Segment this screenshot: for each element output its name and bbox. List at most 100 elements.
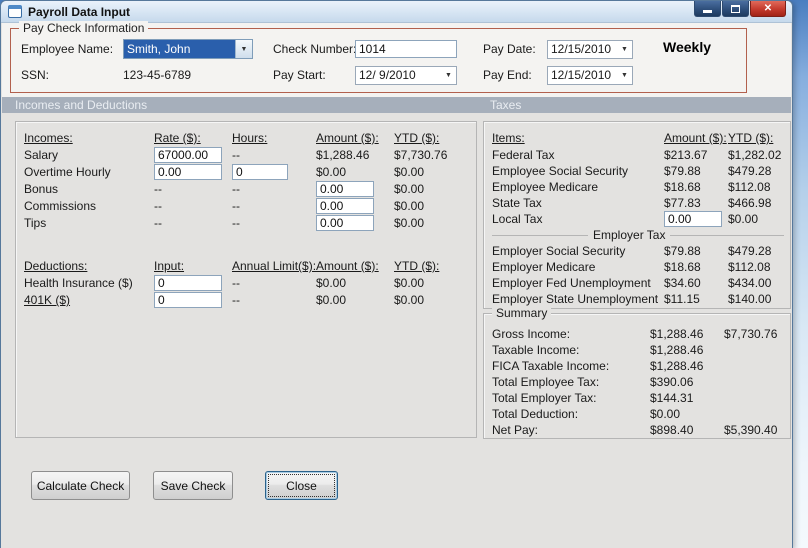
pay-end-picker[interactable]: 12/15/2010 ▼ (547, 66, 633, 85)
employer-tax-label: Employer Tax (593, 228, 666, 242)
pay-end-dropdown-button[interactable]: ▼ (617, 67, 632, 84)
employer-tax-separator: Employer Tax (492, 227, 784, 243)
ytd-header: YTD ($): (728, 131, 774, 145)
summary-ytd (724, 358, 784, 374)
deduction-label: Health Insurance ($) (24, 276, 133, 290)
tax-ytd: $479.28 (728, 164, 772, 178)
summary-ytd: $7,730.76 (724, 327, 778, 341)
limit-value: -- (232, 276, 240, 290)
pay-start-dropdown-button[interactable]: ▼ (441, 67, 456, 84)
pay-date-value: 12/15/2010 (551, 42, 612, 56)
amount-value: $0.00 (316, 293, 347, 307)
tax-ytd: $1,282.02 (728, 148, 782, 162)
pay-check-information-label: Pay Check Information (19, 21, 149, 35)
save-check-button[interactable]: Save Check (153, 471, 233, 500)
calculate-check-button[interactable]: Calculate Check (31, 471, 130, 500)
pay-date-picker[interactable]: 12/15/2010 ▼ (547, 40, 633, 59)
section-band: Incomes and Deductions Taxes (2, 97, 791, 113)
ytd-value: $0.00 (394, 293, 425, 307)
limit-value: -- (232, 293, 240, 307)
summary-ytd (724, 374, 784, 390)
hours-value: -- (232, 199, 240, 213)
summary-ytd: $5,390.40 (724, 423, 778, 437)
taxes-group: Items: Amount ($): YTD ($): Federal Tax … (483, 121, 791, 309)
tax-label: Employer Medicare (492, 260, 596, 274)
overtime-hours-input[interactable] (232, 164, 288, 180)
incomes-deductions-group: Incomes: Rate ($): Hours: Amount ($): YT… (15, 121, 477, 438)
bonus-amount-input[interactable] (316, 181, 374, 197)
desktop: Payroll Data Input ✕ Pay Check Informati… (0, 0, 808, 548)
tax-label: Employee Medicare (492, 180, 599, 194)
close-button[interactable]: Close (265, 471, 338, 500)
pay-end-value: 12/15/2010 (551, 68, 612, 82)
rate-input-cell (154, 164, 232, 181)
ytd-header: YTD ($): (394, 131, 440, 145)
amount-header: Amount ($): (316, 259, 379, 273)
deductions-header: Deductions: (24, 259, 88, 273)
tax-ytd: $0.00 (728, 212, 759, 226)
employee-name-label: Employee Name: (21, 42, 114, 56)
amount-value: $0.00 (316, 165, 347, 179)
401k-link[interactable]: 401K ($) (24, 292, 154, 309)
tax-amount: $34.60 (664, 276, 701, 290)
summary-ytd (724, 390, 784, 406)
health-insurance-input[interactable] (154, 275, 222, 291)
tips-amount-input[interactable] (316, 215, 374, 231)
amount-input-cell (316, 215, 394, 232)
rate-input-cell (154, 147, 232, 164)
taxes-table: Items: Amount ($): YTD ($): Federal Tax … (492, 130, 784, 307)
chevron-down-icon: ▼ (621, 46, 628, 53)
tax-amount: $18.68 (664, 180, 701, 194)
income-label: Tips (24, 216, 47, 230)
overtime-rate-input[interactable] (154, 164, 222, 180)
separator-line (670, 234, 784, 236)
hours-header: Hours: (232, 131, 268, 145)
tax-label: Federal Tax (492, 148, 555, 162)
local-tax-input[interactable] (664, 211, 722, 227)
amount-value: $1,288.46 (316, 148, 370, 162)
ytd-value: $0.00 (394, 216, 425, 230)
separator-line (492, 234, 588, 236)
tax-amount: $213.67 (664, 148, 708, 162)
tax-label: Employer Social Security (492, 244, 626, 258)
deductions-table: Deductions: Input: Annual Limit($): Amou… (24, 258, 466, 309)
maximize-button[interactable] (722, 1, 749, 17)
check-number-label: Check Number: (273, 42, 357, 56)
pay-date-dropdown-button[interactable]: ▼ (617, 41, 632, 58)
rate-value: -- (154, 199, 162, 213)
amount-input-cell (316, 198, 394, 215)
tax-label: Employee Social Security (492, 164, 629, 178)
titlebar[interactable]: Payroll Data Input ✕ (1, 1, 792, 23)
minimize-button[interactable] (694, 1, 721, 17)
tax-label: Employer Fed Unemployment (492, 276, 651, 290)
tax-label: Local Tax (492, 212, 543, 226)
tax-ytd: $140.00 (728, 292, 772, 306)
employee-name-dropdown-button[interactable]: ▼ (235, 40, 252, 58)
amount-header: Amount ($): (664, 131, 727, 145)
incomes-table: Incomes: Rate ($): Hours: Amount ($): YT… (24, 130, 466, 232)
summary-amount: $390.06 (650, 375, 694, 389)
annual-limit-header: Annual Limit($): (232, 259, 317, 273)
summary-amount: $1,288.46 (650, 343, 704, 357)
employee-name-combobox[interactable]: Smith, John ▼ (123, 39, 253, 59)
summary-label-cell: Total Employer Tax: (492, 391, 597, 405)
employee-name-value: Smith, John (124, 40, 235, 58)
income-label: Salary (24, 148, 59, 162)
check-number-input[interactable] (355, 40, 457, 58)
401k-input[interactable] (154, 292, 222, 308)
close-window-button[interactable]: ✕ (750, 1, 786, 17)
commissions-amount-input[interactable] (316, 198, 374, 214)
ytd-header: YTD ($): (394, 259, 440, 273)
app-icon (8, 5, 22, 18)
summary-amount: $898.40 (650, 423, 694, 437)
input-header: Input: (154, 259, 185, 273)
summary-amount: $1,288.46 (650, 327, 704, 341)
hours-input-cell (232, 164, 316, 181)
tax-ytd: $434.00 (728, 276, 772, 290)
deduction-input-cell (154, 275, 232, 292)
summary-ytd (724, 406, 784, 422)
ssn-value: 123-45-6789 (123, 68, 192, 82)
salary-rate-input[interactable] (154, 147, 222, 163)
pay-start-picker[interactable]: 12/ 9/2010 ▼ (355, 66, 457, 85)
window-title: Payroll Data Input (28, 5, 131, 19)
